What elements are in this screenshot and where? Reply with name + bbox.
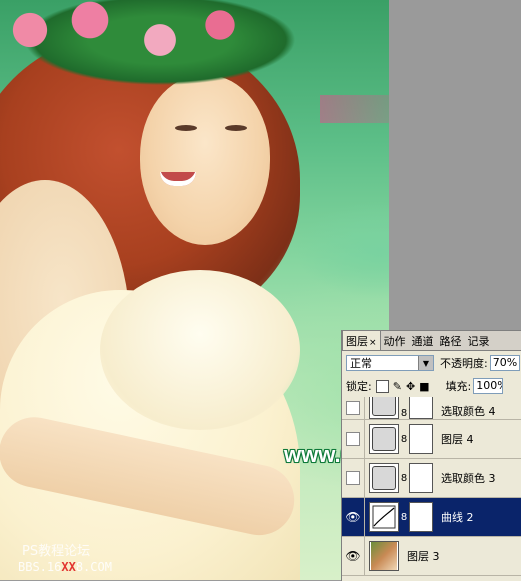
- fill-label: 填充:: [445, 380, 472, 393]
- fill-input[interactable]: 100%: [473, 378, 504, 394]
- curves-icon: [372, 505, 396, 529]
- photo-canvas[interactable]: PS教程论坛 BBS.16XX8.COM: [0, 0, 389, 580]
- eye-icon[interactable]: 👁: [345, 510, 360, 524]
- tab-paths[interactable]: 路径: [437, 331, 465, 350]
- layer-row[interactable]: 8 图层 4: [342, 420, 521, 459]
- chain-link-icon[interactable]: 8: [399, 434, 409, 445]
- close-icon[interactable]: ×: [369, 338, 377, 348]
- blend-mode-select[interactable]: 正常 ▼: [346, 355, 434, 371]
- lock-icon[interactable]: ■: [419, 380, 429, 393]
- chain-link-icon[interactable]: 8: [399, 473, 409, 484]
- layer-name: 图层 4: [441, 433, 474, 446]
- tab-actions[interactable]: 动作: [381, 331, 409, 350]
- adjustment-icon: [372, 397, 396, 416]
- visibility-toggle[interactable]: [342, 397, 365, 419]
- photo-eye-left: [175, 125, 197, 131]
- layer-name: 选取颜色 3: [441, 472, 496, 485]
- layer-name: 选取颜色 4: [441, 405, 496, 418]
- layer-thumbnail: [369, 502, 399, 532]
- visibility-toggle[interactable]: [342, 459, 365, 497]
- layer-name: 曲线 2: [441, 511, 474, 524]
- watermark-url: BBS.16XX8.COM: [18, 560, 112, 574]
- flower-wreath: [0, 0, 330, 120]
- watermark-url-red: XX: [61, 560, 76, 574]
- visibility-toggle[interactable]: 👁: [342, 498, 365, 536]
- photo-thumbnail: [371, 542, 397, 570]
- layer-row[interactable]: 8 选取颜色 3: [342, 459, 521, 498]
- layer-mask-thumbnail: [409, 424, 433, 454]
- watermark-url-suffix: 8.COM: [75, 560, 112, 574]
- layer-mask-thumbnail: [409, 463, 433, 493]
- layer-thumbnail: [369, 397, 399, 419]
- layers-panel: 图层× 动作 通道 路径 记录 正常 ▼ 不透明度: 70% 锁定: ✎ ✥ ■…: [341, 330, 521, 581]
- visibility-toggle[interactable]: 👁: [342, 537, 365, 575]
- tab-layers-label: 图层: [346, 335, 368, 348]
- layer-name: 图层 3: [407, 550, 440, 563]
- lock-label: 锁定:: [346, 380, 372, 393]
- move-icon[interactable]: ✥: [406, 380, 415, 393]
- visibility-box[interactable]: [346, 432, 360, 446]
- watermark-url-prefix: BBS.16: [18, 560, 62, 574]
- visibility-box[interactable]: [346, 401, 360, 415]
- layer-thumbnail: [369, 541, 399, 571]
- tab-channels[interactable]: 通道: [409, 331, 437, 350]
- adjustment-icon: [372, 466, 396, 490]
- watermark-forum: PS教程论坛: [22, 544, 91, 559]
- lock-row: 锁定: ✎ ✥ ■ 填充: 100%: [342, 375, 521, 398]
- adjustment-icon: [372, 427, 396, 451]
- tab-history[interactable]: 记录: [465, 331, 493, 350]
- layer-row-selected[interactable]: 👁 8 曲线 2: [342, 498, 521, 537]
- layer-mask-thumbnail: [409, 397, 433, 419]
- layer-row[interactable]: 👁 图层 3: [342, 537, 521, 576]
- photo-eye-right: [225, 125, 247, 131]
- tab-layers[interactable]: 图层×: [342, 330, 381, 350]
- layer-thumbnail: [369, 463, 399, 493]
- layer-mask-thumbnail: [409, 502, 433, 532]
- layer-thumbnail: [369, 424, 399, 454]
- lock-transparency-icon[interactable]: [375, 379, 389, 393]
- chevron-down-icon[interactable]: ▼: [418, 356, 433, 370]
- visibility-box[interactable]: [346, 471, 360, 485]
- background-pink-sign: [320, 95, 389, 123]
- brush-icon[interactable]: ✎: [393, 380, 402, 393]
- blend-row: 正常 ▼ 不透明度: 70%: [342, 351, 521, 375]
- panel-tabs: 图层× 动作 通道 路径 记录: [342, 330, 521, 351]
- eye-icon[interactable]: 👁: [345, 549, 360, 563]
- opacity-label: 不透明度:: [440, 357, 488, 370]
- visibility-toggle[interactable]: [342, 420, 365, 458]
- opacity-input[interactable]: 70%: [489, 355, 520, 371]
- blend-mode-value: 正常: [350, 357, 372, 370]
- layer-list: 8 选取颜色 4 8 图层 4 8 选取颜色 3 👁 8 曲线 2 👁 图层 3: [342, 397, 521, 576]
- layer-row[interactable]: 8 选取颜色 4: [342, 397, 521, 420]
- photo-knee: [100, 270, 300, 430]
- chain-link-icon[interactable]: 8: [399, 512, 409, 523]
- chain-link-icon[interactable]: 8: [399, 408, 409, 419]
